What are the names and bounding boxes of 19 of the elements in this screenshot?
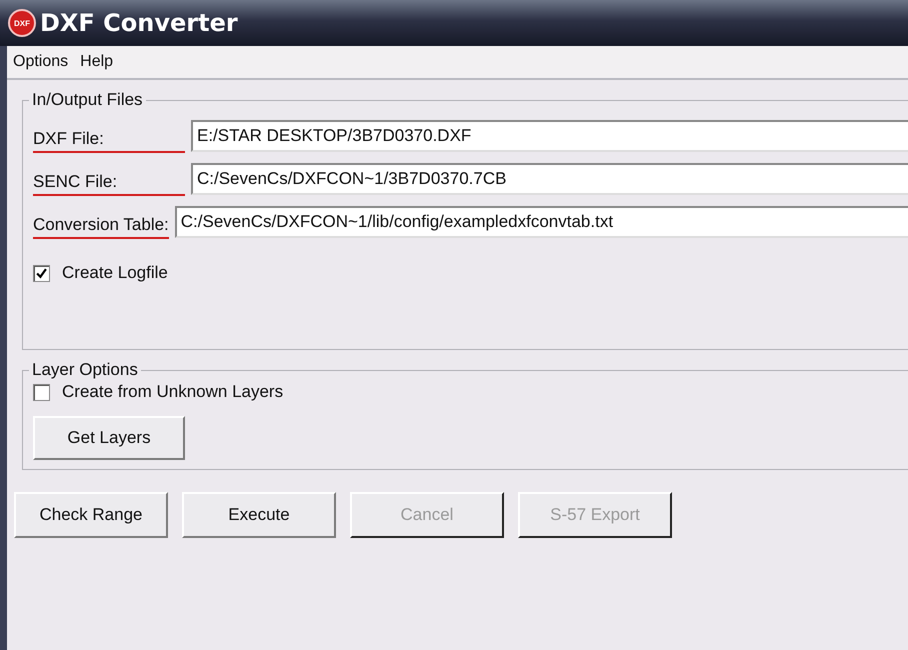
checkbox-label: Create Logfile	[62, 263, 168, 283]
checkbox[interactable]	[33, 384, 50, 400]
group-title: In/Output Files	[31, 90, 144, 110]
logo-icon: DXF	[8, 9, 36, 37]
input-field[interactable]: C:/SevenCs/DXFCON~1/3B7D0370.7CB	[191, 162, 908, 194]
field-label: SENC File:	[33, 172, 185, 196]
button[interactable]: Get Layers	[33, 416, 185, 460]
input-field[interactable]: C:/SevenCs/DXFCON~1/lib/config/exampledxfconvtab.txt	[174, 206, 908, 238]
checkbox-label: Create from Unknown Layers	[62, 382, 284, 402]
field-label: Conversion Table:	[33, 214, 169, 238]
button[interactable]: Check Range	[14, 492, 168, 538]
menu-item[interactable]: Options	[13, 53, 68, 71]
field-label: DXF File:	[33, 128, 185, 152]
button[interactable]: Execute	[182, 492, 336, 538]
window-title: DXF Converter	[40, 9, 238, 37]
checkbox[interactable]	[33, 264, 50, 282]
menu-item[interactable]: Help	[80, 53, 114, 71]
input-field[interactable]: E:/STAR DESKTOP/3B7D0370.DXF	[191, 120, 908, 152]
group-title: Layer Options	[31, 360, 139, 380]
